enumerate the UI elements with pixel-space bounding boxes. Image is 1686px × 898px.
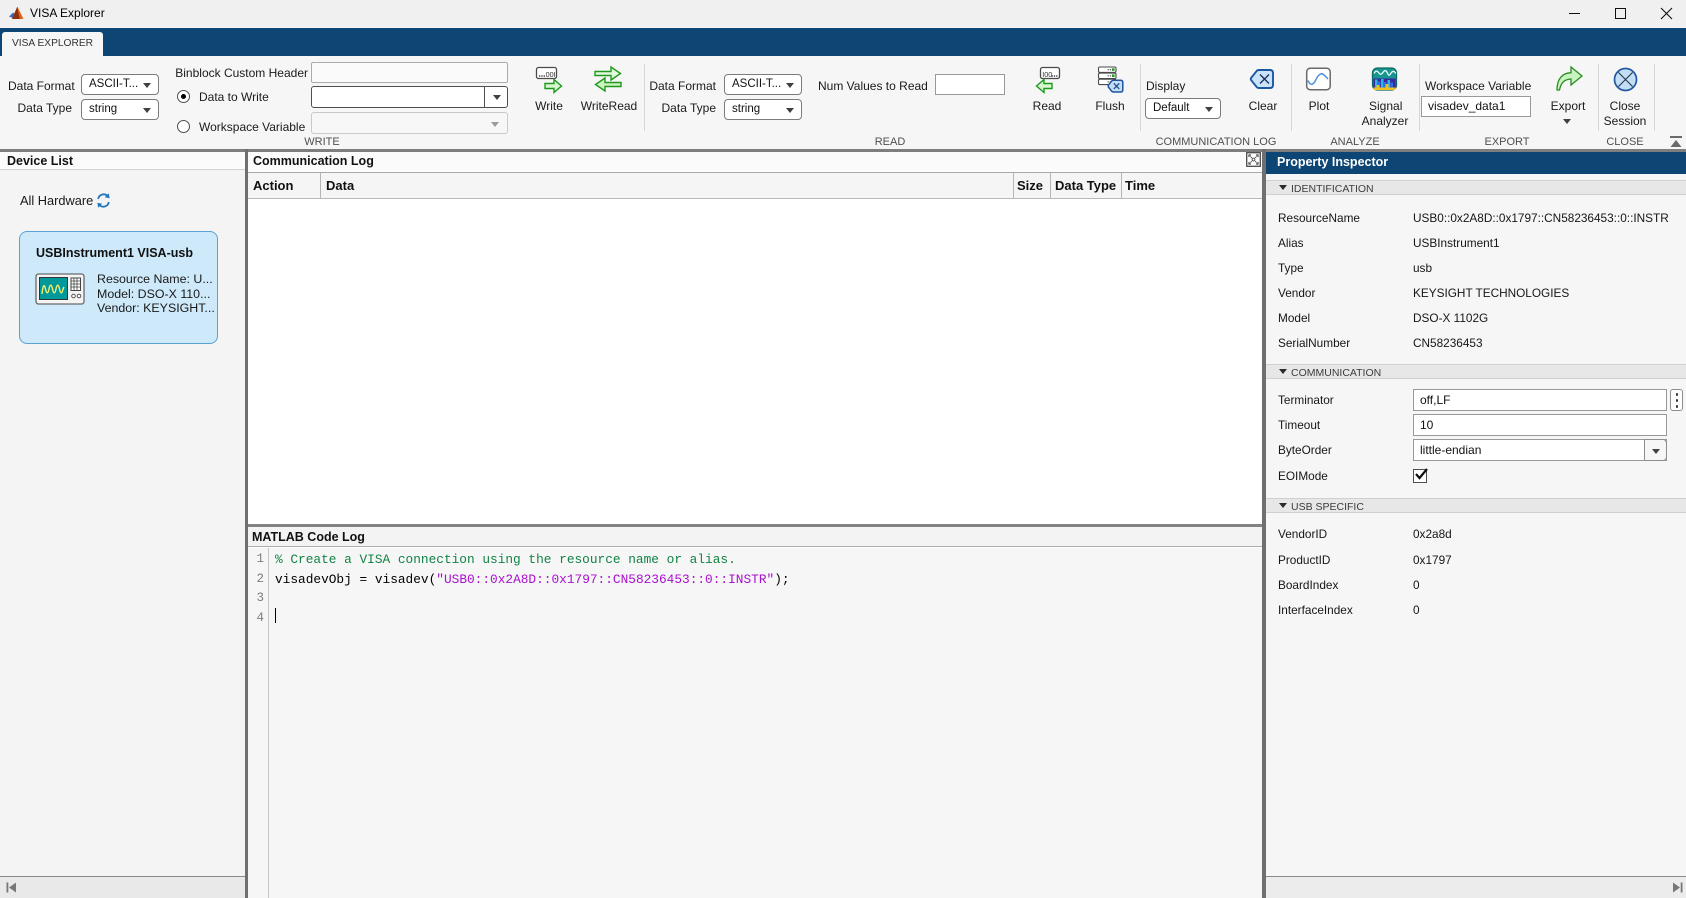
svg-text:00I: 00I bbox=[546, 70, 556, 79]
svg-text:I00: I00 bbox=[1042, 70, 1052, 79]
